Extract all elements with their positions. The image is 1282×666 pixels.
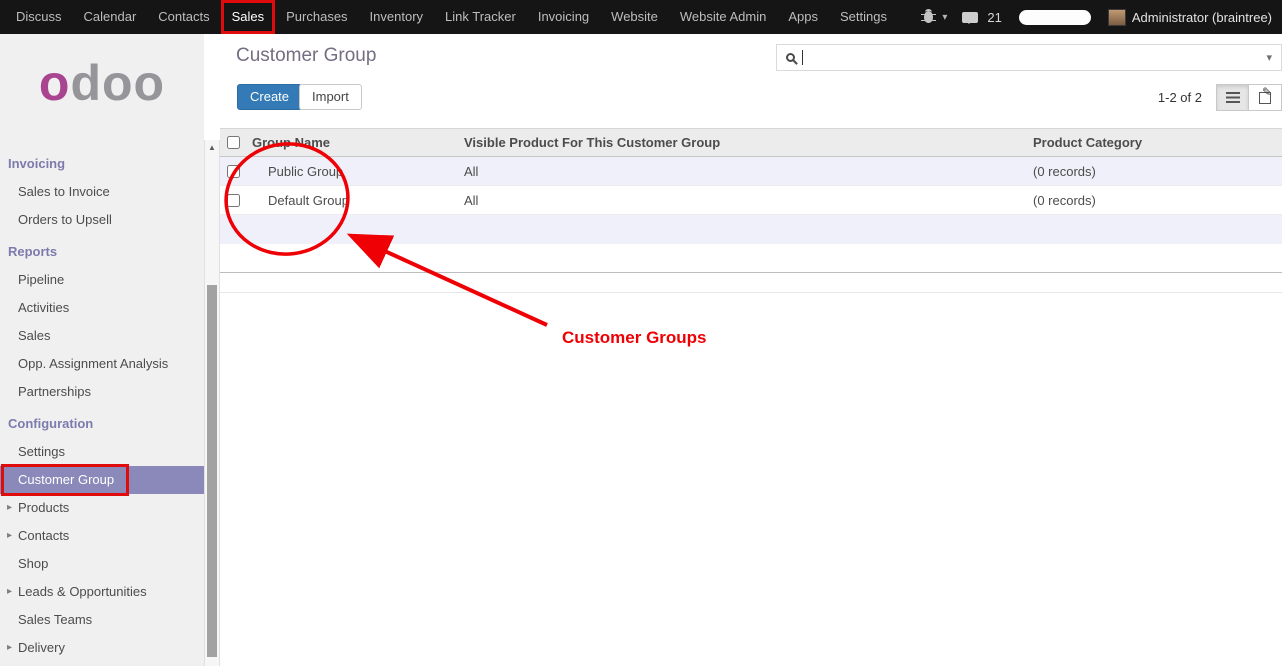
sidebar-item-leads-opportunities[interactable]: ▸ Leads & Opportunities [0,578,204,606]
sidebar-item-label: Customer Group [18,472,114,487]
menu-purchases[interactable]: Purchases [275,0,358,34]
sidebar-item-shop[interactable]: Shop [0,550,204,578]
section-configuration: Configuration [0,410,204,438]
expand-caret-icon: ▸ [7,494,12,522]
sheet-bottom-divider [220,273,1282,293]
select-all-checkbox[interactable] [227,136,240,149]
menu-contacts[interactable]: Contacts [147,0,220,34]
table-row-public-group[interactable]: Public Group All (0 records) [220,157,1282,186]
menu-sales[interactable]: Sales [221,0,276,34]
form-view-button[interactable]: ✎ [1249,84,1282,111]
table-row-default-group[interactable]: Default Group All (0 records) [220,186,1282,215]
sidebar-item-delivery[interactable]: ▸ Delivery [0,634,204,662]
logo-letter: o [102,55,134,111]
table-empty-row [220,244,1282,273]
menu-discuss[interactable]: Discuss [5,0,73,34]
sidebar-nav: Invoicing Sales to Invoice Orders to Ups… [0,150,204,662]
cell-group-name: Public Group [246,164,458,179]
sidebar-item-orders-to-upsell[interactable]: Orders to Upsell [0,206,204,234]
user-menu[interactable]: Administrator (braintree) [1108,9,1272,26]
message-count-badge: 21 [987,10,1001,25]
section-reports: Reports [0,238,204,266]
search-input[interactable] [803,45,1281,70]
cell-visible-product: All [458,193,1025,208]
search-icon [786,53,795,62]
messages-chat-icon[interactable] [962,12,978,23]
table-header-row: Group Name Visible Product For This Cust… [220,129,1282,157]
debug-dropdown-caret-icon[interactable]: ▾ [942,12,947,23]
sidebar-item-label: Products [18,500,69,515]
cell-group-name: Default Group [246,193,458,208]
topbar: Discuss Calendar Contacts Sales Purchase… [0,0,1282,34]
top-menu: Discuss Calendar Contacts Sales Purchase… [0,0,898,34]
sidebar-item-products[interactable]: ▸ Products [0,494,204,522]
sidebar-item-contacts[interactable]: ▸ Contacts [0,522,204,550]
pager-label: 1-2 of 2 [1158,84,1202,111]
sidebar-item-pipeline[interactable]: Pipeline [0,266,204,294]
pencil-icon: ✎ [1262,85,1272,99]
expand-caret-icon: ▸ [7,634,12,662]
customer-group-table: Group Name Visible Product For This Cust… [220,128,1282,273]
menu-inventory[interactable]: Inventory [359,0,434,34]
scrollbar-thumb[interactable] [207,285,217,657]
column-header-product-category[interactable]: Product Category [1025,135,1282,150]
vertical-scrollbar[interactable]: ▲ [204,140,220,666]
row-checkbox[interactable] [227,165,240,178]
scroll-up-arrow-icon[interactable]: ▲ [205,140,219,155]
menu-sales-label: Sales [232,9,265,24]
sidebar-item-settings[interactable]: Settings [0,438,204,466]
menu-website-admin[interactable]: Website Admin [669,0,777,34]
section-invoicing: Invoicing [0,150,204,178]
main-content: Customer Group ▾ Create Import 1-2 of 2 … [220,34,1282,666]
user-avatar [1108,9,1126,26]
create-button[interactable]: Create [237,84,302,110]
column-header-group-name[interactable]: Group Name [246,135,458,150]
logo-letter: o [39,55,71,111]
sidebar-item-label: Leads & Opportunities [18,584,147,599]
search-dropdown-caret-icon[interactable]: ▾ [1266,45,1272,71]
menu-apps[interactable]: Apps [777,0,829,34]
cell-visible-product: All [458,164,1025,179]
menu-link-tracker[interactable]: Link Tracker [434,0,527,34]
list-view-button[interactable] [1216,84,1249,111]
debug-bug-icon[interactable] [924,11,933,23]
cell-product-category: (0 records) [1025,193,1282,208]
menu-invoicing[interactable]: Invoicing [527,0,600,34]
sidebar-item-sales[interactable]: Sales [0,322,204,350]
cell-product-category: (0 records) [1025,164,1282,179]
list-view-icon [1226,92,1240,103]
import-button[interactable]: Import [299,84,362,110]
menu-calendar[interactable]: Calendar [73,0,148,34]
page-title: Customer Group [236,45,376,67]
logo-letter: d [70,55,102,111]
control-panel: Customer Group ▾ Create Import 1-2 of 2 … [220,34,1282,128]
form-view-icon: ✎ [1259,92,1271,104]
sidebar: odoo Invoicing Sales to Invoice Orders t… [0,34,204,666]
expand-caret-icon: ▸ [7,522,12,550]
sidebar-item-sales-to-invoice[interactable]: Sales to Invoice [0,178,204,206]
status-pill [1019,10,1091,25]
sidebar-item-sales-teams[interactable]: Sales Teams [0,606,204,634]
view-switcher: ✎ [1216,84,1282,111]
expand-caret-icon: ▸ [7,578,12,606]
odoo-logo[interactable]: odoo [0,58,204,108]
menu-settings[interactable]: Settings [829,0,898,34]
sidebar-item-activities[interactable]: Activities [0,294,204,322]
logo-letter: o [134,55,166,111]
topbar-systray: ▾ 21 Administrator (braintree) [924,9,1282,26]
search-box[interactable]: ▾ [776,44,1282,71]
sidebar-item-label: Delivery [18,640,65,655]
user-name-label: Administrator (braintree) [1132,10,1272,25]
table-empty-row [220,215,1282,244]
sidebar-item-opp-assignment-analysis[interactable]: Opp. Assignment Analysis [0,350,204,378]
sidebar-item-customer-group[interactable]: Customer Group [0,466,204,494]
column-header-visible-product[interactable]: Visible Product For This Customer Group [458,135,1025,150]
sidebar-item-label: Contacts [18,528,69,543]
row-checkbox[interactable] [227,194,240,207]
menu-website[interactable]: Website [600,0,669,34]
sidebar-item-partnerships[interactable]: Partnerships [0,378,204,406]
